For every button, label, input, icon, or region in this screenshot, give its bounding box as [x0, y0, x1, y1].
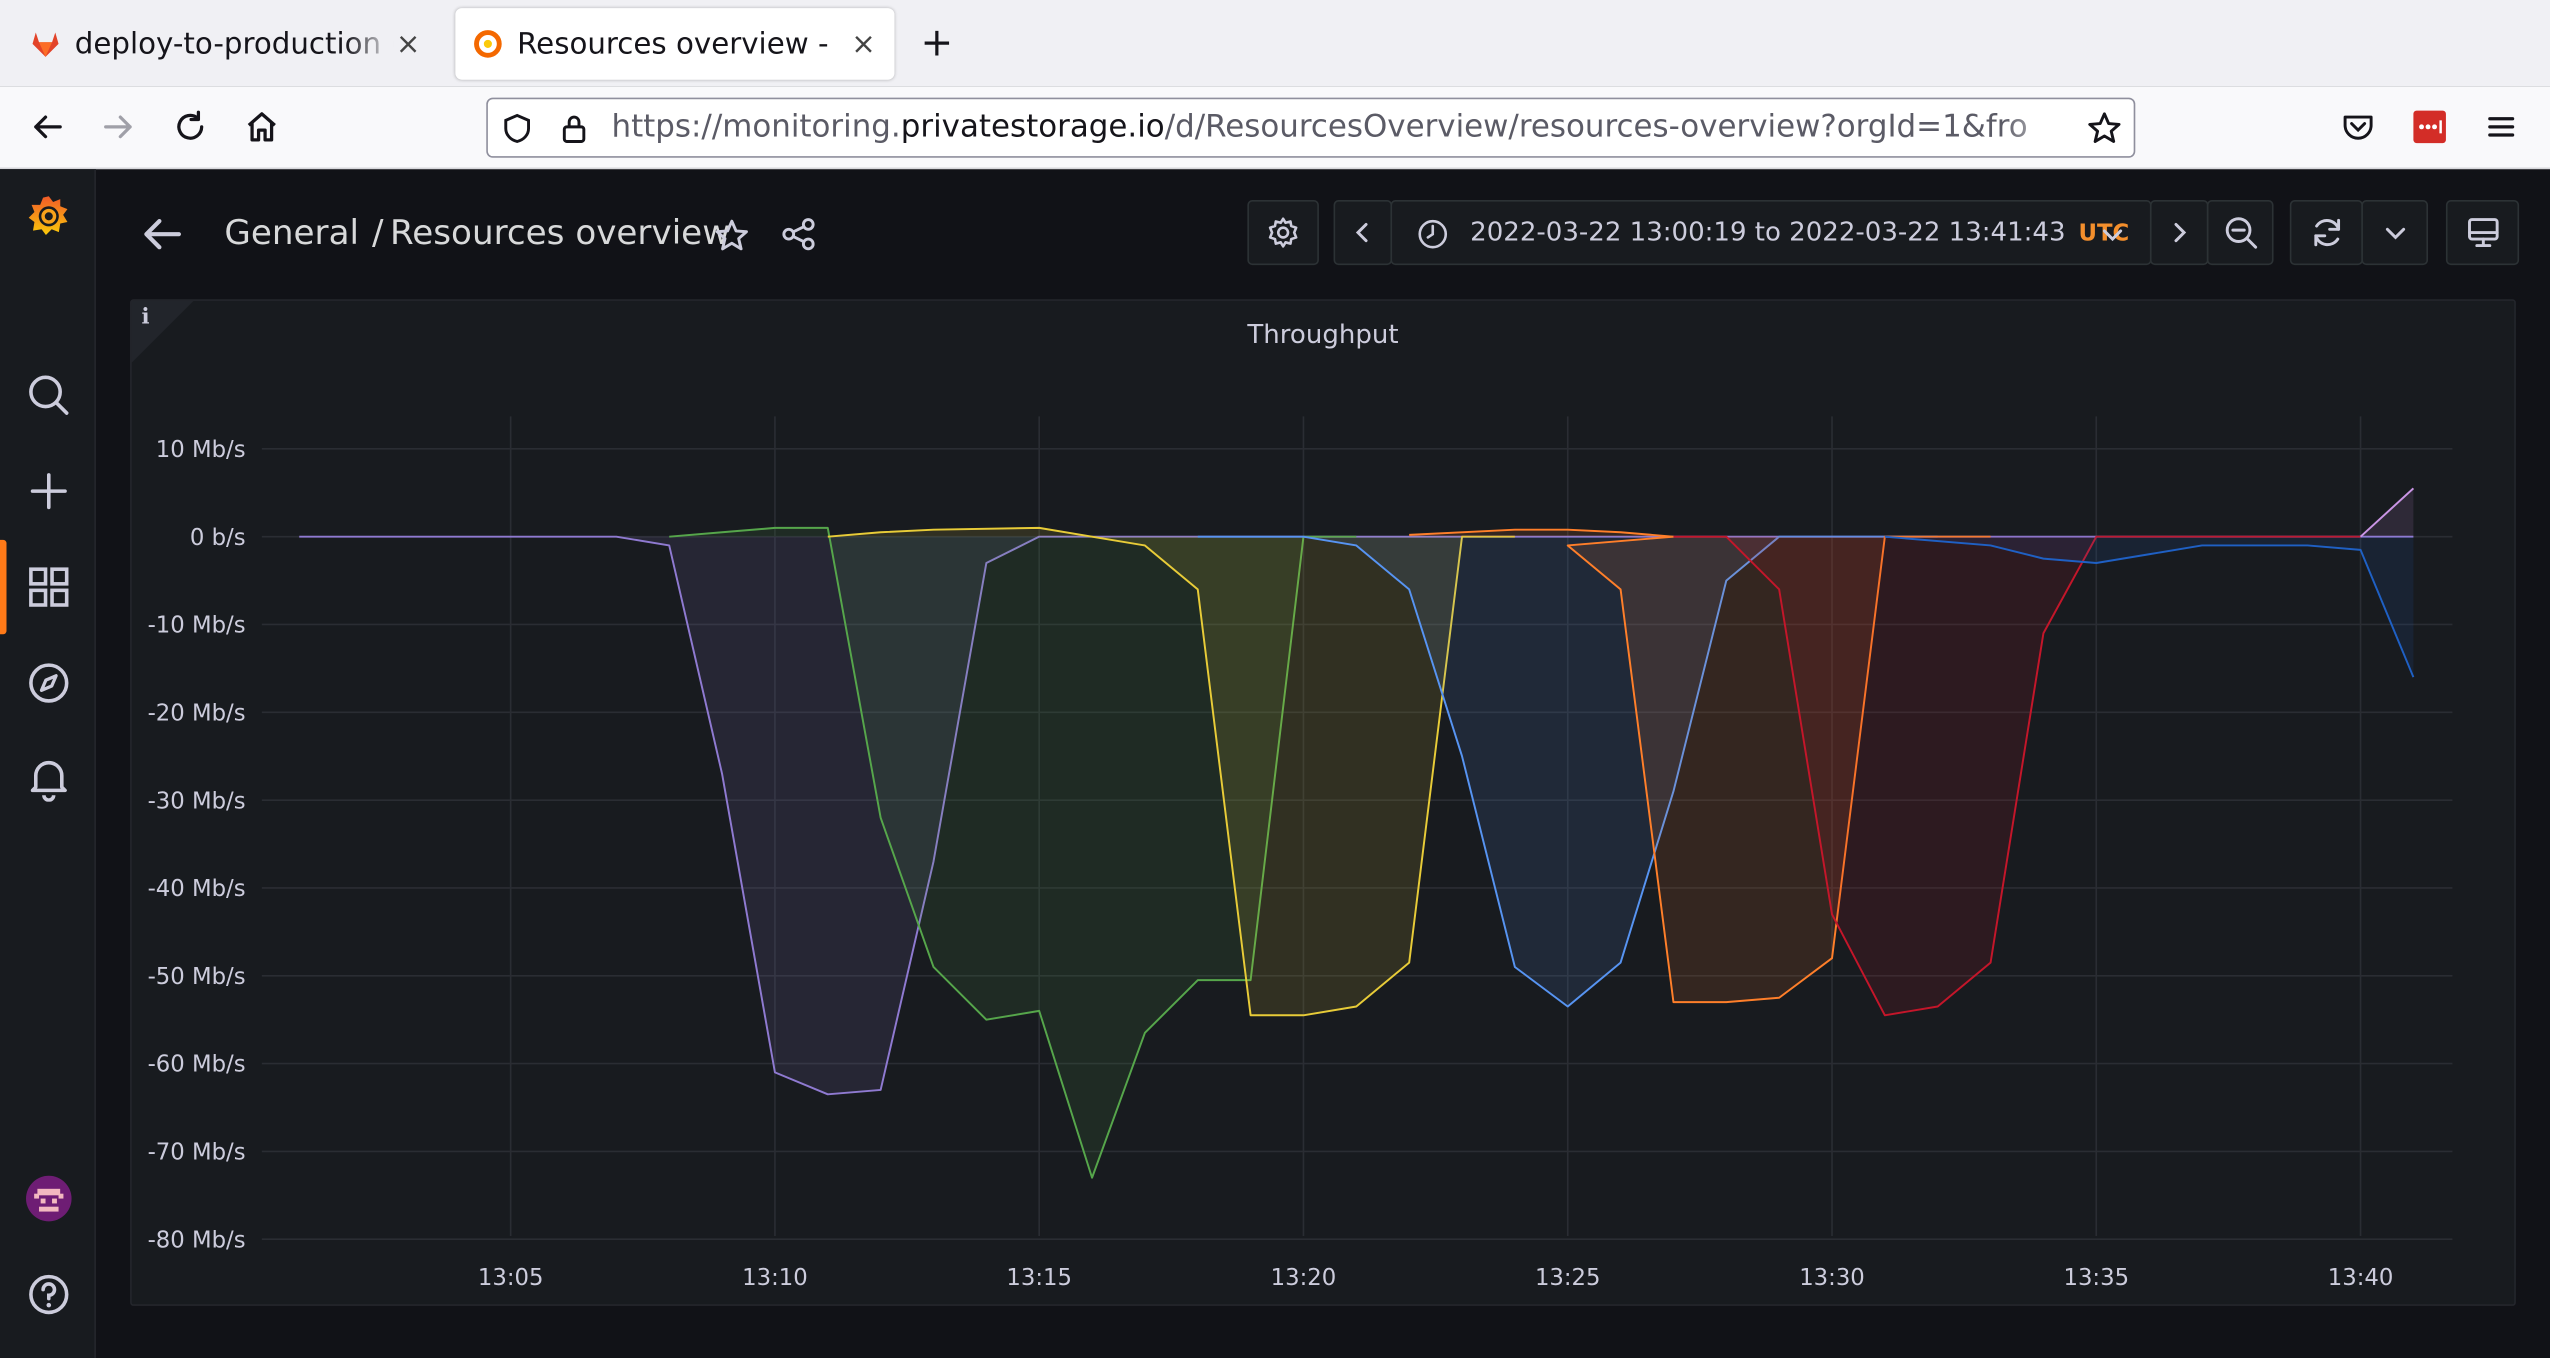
zoom-out-button[interactable] [2206, 200, 2274, 266]
lastpass-icon [2413, 110, 2446, 144]
browser-nav-bar: https://monitoring.privatestorage.io/d/R… [0, 86, 2550, 170]
forward-arrow-icon [104, 115, 132, 139]
grafana-home-link[interactable] [24, 192, 73, 241]
y-tick-label: -20 Mb/s [148, 700, 246, 726]
chevron-down-icon [2385, 227, 2405, 240]
url-bar[interactable]: https://monitoring.privatestorage.io/d/R… [486, 97, 2136, 158]
time-range-text: 2022-03-22 13:00:19 to 2022-03-22 13:41:… [1470, 216, 2066, 248]
avatar [26, 1175, 72, 1222]
pocket-icon [2343, 115, 2373, 140]
gear-icon [1268, 217, 1298, 248]
time-range-picker[interactable]: 2022-03-22 13:00:19 to 2022-03-22 13:41:… [1390, 200, 2152, 266]
reload-icon [177, 110, 204, 140]
x-tick-label: 13:10 [742, 1265, 808, 1291]
sidebar-help[interactable] [24, 1270, 73, 1319]
user-profile[interactable] [24, 1174, 73, 1223]
share-icon[interactable] [781, 216, 817, 252]
tv-icon [2467, 218, 2498, 248]
sidebar-explore[interactable] [24, 659, 73, 708]
browser-tab-bar: deploy-to-production ( × Resources overv… [0, 0, 2550, 87]
star-icon[interactable] [714, 218, 750, 254]
refresh-icon [2313, 218, 2340, 247]
y-tick-label: -30 Mb/s [148, 788, 246, 814]
y-tick-label: -10 Mb/s [148, 613, 246, 639]
hamburger-menu-icon [2488, 117, 2515, 137]
breadcrumb-folder[interactable]: General [224, 213, 359, 252]
bookmark-star-icon[interactable] [2087, 111, 2123, 147]
sidebar-dashboards[interactable] [24, 563, 73, 612]
help-icon [29, 1274, 69, 1315]
close-tab-icon[interactable]: × [394, 27, 423, 61]
sidebar-alerting[interactable] [24, 755, 73, 804]
tab-label: Resources overview - [517, 26, 829, 61]
time-forward-button[interactable] [2149, 200, 2209, 266]
grafana-logo-icon [28, 196, 68, 235]
url-text[interactable]: https://monitoring.privatestorage.io/d/R… [611, 109, 2075, 145]
throughput-panel[interactable]: i Throughput 10 Mb/s 0 b/s -10 Mb/s -20 Mb/… [130, 299, 2516, 1306]
grafana-tab-icon [474, 30, 502, 58]
x-tick-label: 13:25 [1535, 1265, 1601, 1291]
chevron-left-icon [1355, 222, 1368, 243]
active-indicator [0, 539, 7, 635]
y-tick-label: -60 Mb/s [148, 1052, 246, 1078]
x-tick-label: 13:05 [478, 1265, 544, 1291]
reload-button[interactable] [169, 106, 211, 148]
home-icon [247, 112, 276, 142]
page-title[interactable]: Resources overview [390, 213, 730, 252]
back-button[interactable] [26, 106, 68, 148]
sidebar-search[interactable] [24, 371, 73, 420]
x-tick-label: 13:15 [1006, 1265, 1072, 1291]
x-tick-label: 13:35 [2063, 1265, 2129, 1291]
grafana-sidebar [0, 169, 96, 1358]
home-button[interactable] [241, 106, 283, 148]
y-tick-label: -40 Mb/s [148, 876, 246, 902]
zoom-out-icon [2224, 217, 2257, 249]
clock-icon [1418, 219, 1448, 249]
dashboard-settings-button[interactable] [1247, 200, 1319, 266]
x-tick-label: 13:30 [1799, 1265, 1865, 1291]
shield-icon[interactable] [501, 112, 534, 145]
new-tab-button[interactable]: + [920, 20, 953, 66]
back-arrow-icon[interactable] [141, 213, 183, 255]
close-tab-icon[interactable]: × [849, 27, 878, 61]
x-tick-label: 13:20 [1271, 1265, 1337, 1291]
pocket-button[interactable] [2337, 106, 2379, 148]
y-tick-label: -50 Mb/s [148, 964, 246, 990]
chevron-down-icon [2102, 229, 2123, 242]
menu-button[interactable] [2480, 106, 2522, 148]
x-tick-label: 13:40 [2328, 1265, 2394, 1291]
throughput-chart[interactable]: 10 Mb/s 0 b/s -10 Mb/s -20 Mb/s -30 Mb/s -40 … [132, 301, 2518, 1308]
refresh-interval-dropdown[interactable] [2361, 200, 2429, 266]
tab-label: deploy-to-production ( [74, 26, 394, 61]
chevron-right-icon [2174, 222, 2187, 243]
dashboard-header: General / Resources overview 2022-03-22 13… [96, 169, 2550, 296]
tab-resources-overview[interactable]: Resources overview - × [455, 8, 895, 80]
y-tick-label: -70 Mb/s [148, 1140, 246, 1166]
search-icon [29, 375, 69, 415]
back-arrow-icon [34, 115, 62, 139]
dashboards-icon [29, 567, 69, 607]
tv-mode-button[interactable] [2445, 200, 2520, 266]
breadcrumb: General / Resources overview [224, 213, 730, 252]
breadcrumb-separator: / [372, 213, 384, 253]
gitlab-icon [32, 32, 59, 57]
bell-icon [30, 760, 67, 802]
y-tick-label: -80 Mb/s [148, 1227, 246, 1253]
lastpass-button[interactable] [2409, 106, 2451, 148]
y-tick-label: 10 Mb/s [156, 437, 246, 463]
forward-button[interactable] [98, 106, 140, 148]
plus-icon [30, 473, 67, 510]
y-tick-label: 0 b/s [190, 525, 246, 551]
sidebar-create[interactable] [24, 467, 73, 516]
explore-icon [29, 663, 69, 703]
lock-icon[interactable] [558, 112, 591, 145]
tab-deploy-to-production[interactable]: deploy-to-production ( × [13, 8, 439, 80]
time-back-button[interactable] [1333, 200, 1393, 266]
refresh-button[interactable] [2289, 200, 2363, 266]
